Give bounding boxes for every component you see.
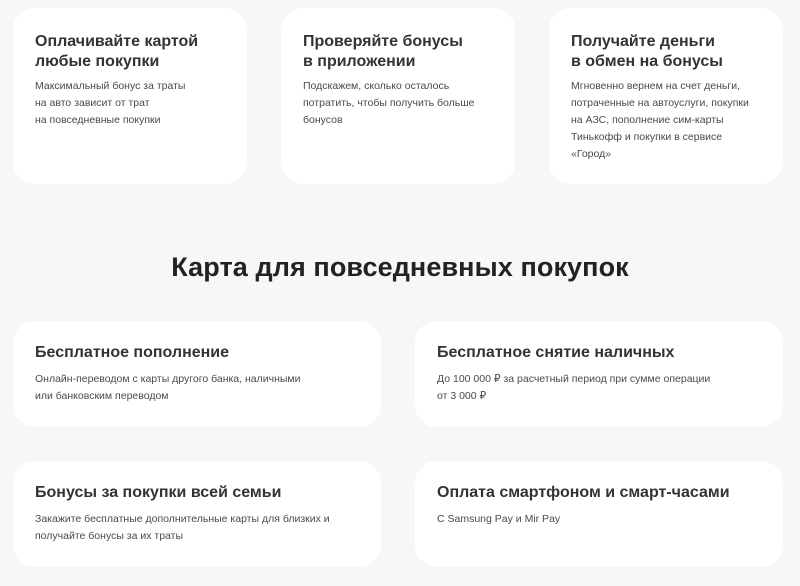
- feature-card-text: Максимальный бонус за траты на авто зави…: [35, 80, 186, 126]
- feature-card-title: Оплачивайте картой любые покупки: [35, 33, 199, 70]
- benefit-card-text: Онлайн-переводом с карты другого банка, …: [35, 373, 301, 402]
- benefit-card-title: Бесплатное снятие наличных: [437, 344, 675, 361]
- feature-card-check-bonuses: Проверяйте бонусы в приложении Подскажем…: [281, 8, 515, 184]
- benefit-card-text: До 100 000 ₽ за расчетный период при сум…: [437, 373, 711, 402]
- feature-card-text: Подскажем, сколько осталось потратить, ч…: [303, 80, 475, 126]
- benefit-card-text: С Samsung Pay и Mir Pay: [437, 513, 561, 525]
- feature-card-exchange-bonuses: Получайте деньги в обмен на бонусы Мгнов…: [549, 8, 783, 184]
- section-heading: Карта для повседневных покупок: [171, 252, 629, 282]
- benefit-card-title: Бесплатное пополнение: [35, 344, 230, 361]
- benefit-card-free-withdrawal: Бесплатное снятие наличных До 100 000 ₽ …: [415, 321, 783, 427]
- benefit-card-title: Бонусы за покупки всей семьи: [35, 484, 282, 501]
- feature-card-text: Мгновенно вернем на счет деньги, потраче…: [571, 80, 749, 160]
- feature-card-title: Проверяйте бонусы в приложении: [303, 33, 463, 70]
- benefit-card-title: Оплата смартфоном и смарт-часами: [437, 484, 730, 501]
- benefit-card-smartphone-pay: Оплата смартфоном и смарт-часами С Samsu…: [415, 461, 783, 567]
- feature-card-title: Получайте деньги в обмен на бонусы: [571, 33, 723, 70]
- benefit-card-family-bonuses: Бонусы за покупки всей семьи Закажите бе…: [13, 461, 381, 567]
- benefit-card-text: Закажите бесплатные дополнительные карты…: [35, 513, 330, 542]
- feature-card-pay-by-card: Оплачивайте картой любые покупки Максима…: [13, 8, 247, 184]
- benefit-card-free-topup: Бесплатное пополнение Онлайн-переводом с…: [13, 321, 381, 427]
